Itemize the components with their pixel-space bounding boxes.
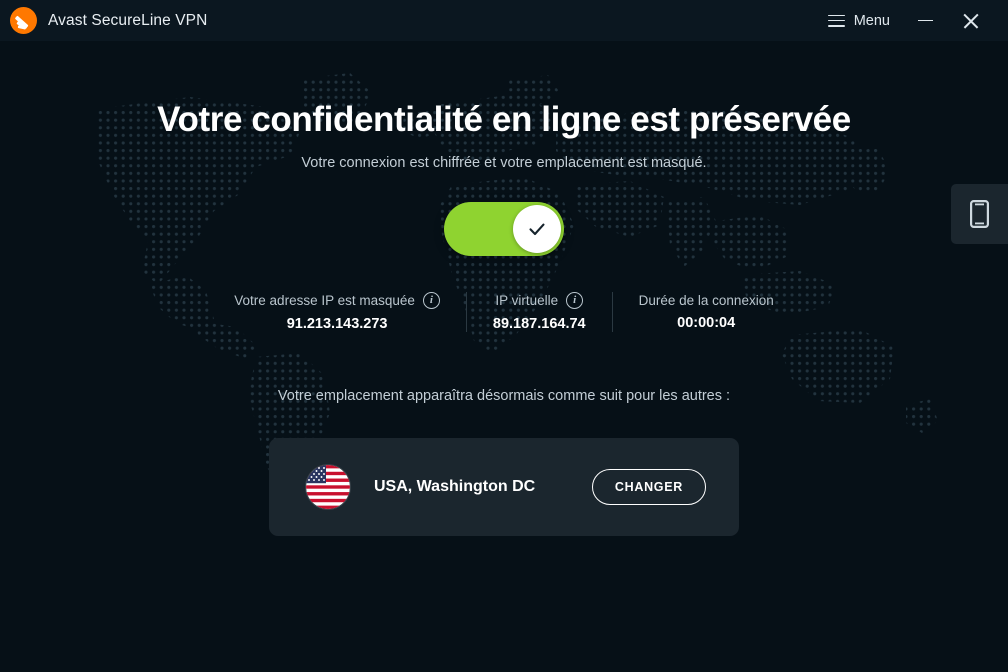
close-icon: [963, 13, 979, 29]
stat-connection-duration: Durée de la connexion 00:00:04: [611, 291, 800, 332]
info-icon[interactable]: i: [422, 291, 440, 309]
stat-label-row: Durée de la connexion: [639, 293, 774, 308]
minimize-icon: [917, 19, 933, 22]
stat-label: Votre adresse IP est masquée: [234, 292, 415, 308]
stat-label-row: IP virtuelle i: [495, 291, 584, 309]
toggle-knob: [513, 204, 561, 253]
hamburger-icon: [827, 14, 845, 27]
stat-label: Durée de la connexion: [638, 292, 774, 308]
menu-label: Menu: [853, 12, 890, 29]
avast-logo-icon: [10, 7, 37, 34]
minimize-button[interactable]: [902, 0, 948, 41]
checkmark-icon: [529, 223, 545, 235]
app-window: Avast SecureLine VPN Menu Votre confiden…: [0, 0, 1008, 672]
stat-value: 91.213.143.273: [286, 315, 388, 332]
location-card: USA, Washington DC CHANGER: [269, 437, 739, 536]
mobile-device-tab[interactable]: [951, 184, 1008, 244]
connection-stats: Votre adresse IP est masquée i 91.213.14…: [208, 291, 800, 332]
window-controls: Menu: [816, 0, 994, 41]
location-name: USA, Washington DC: [374, 477, 536, 495]
app-title: Avast SecureLine VPN: [48, 11, 208, 29]
stat-virtual-ip: IP virtuelle i 89.187.164.74: [465, 291, 612, 332]
change-location-button[interactable]: CHANGER: [591, 468, 706, 505]
app-brand: Avast SecureLine VPN: [10, 7, 207, 34]
stat-value: 00:00:04: [677, 314, 736, 331]
stat-value: 89.187.164.74: [492, 315, 586, 332]
info-icon[interactable]: i: [566, 291, 584, 309]
page-title: Votre confidentialité en ligne est prése…: [157, 100, 851, 139]
stat-label: IP virtuelle: [495, 292, 559, 308]
close-button[interactable]: [948, 0, 994, 41]
mobile-device-icon: [970, 200, 989, 228]
usa-flag-icon: [306, 464, 350, 509]
vpn-power-toggle[interactable]: [444, 201, 564, 256]
stat-masked-ip: Votre adresse IP est masquée i 91.213.14…: [208, 291, 466, 332]
location-caption: Votre emplacement apparaîtra désormais c…: [277, 387, 731, 404]
page-subtitle: Votre connexion est chiffrée et votre em…: [301, 154, 707, 171]
title-bar: Avast SecureLine VPN Menu: [0, 0, 1008, 41]
stat-label-row: Votre adresse IP est masquée i: [234, 291, 440, 309]
main-content: Votre confidentialité en ligne est prése…: [0, 41, 1008, 672]
menu-button[interactable]: Menu: [816, 7, 902, 35]
